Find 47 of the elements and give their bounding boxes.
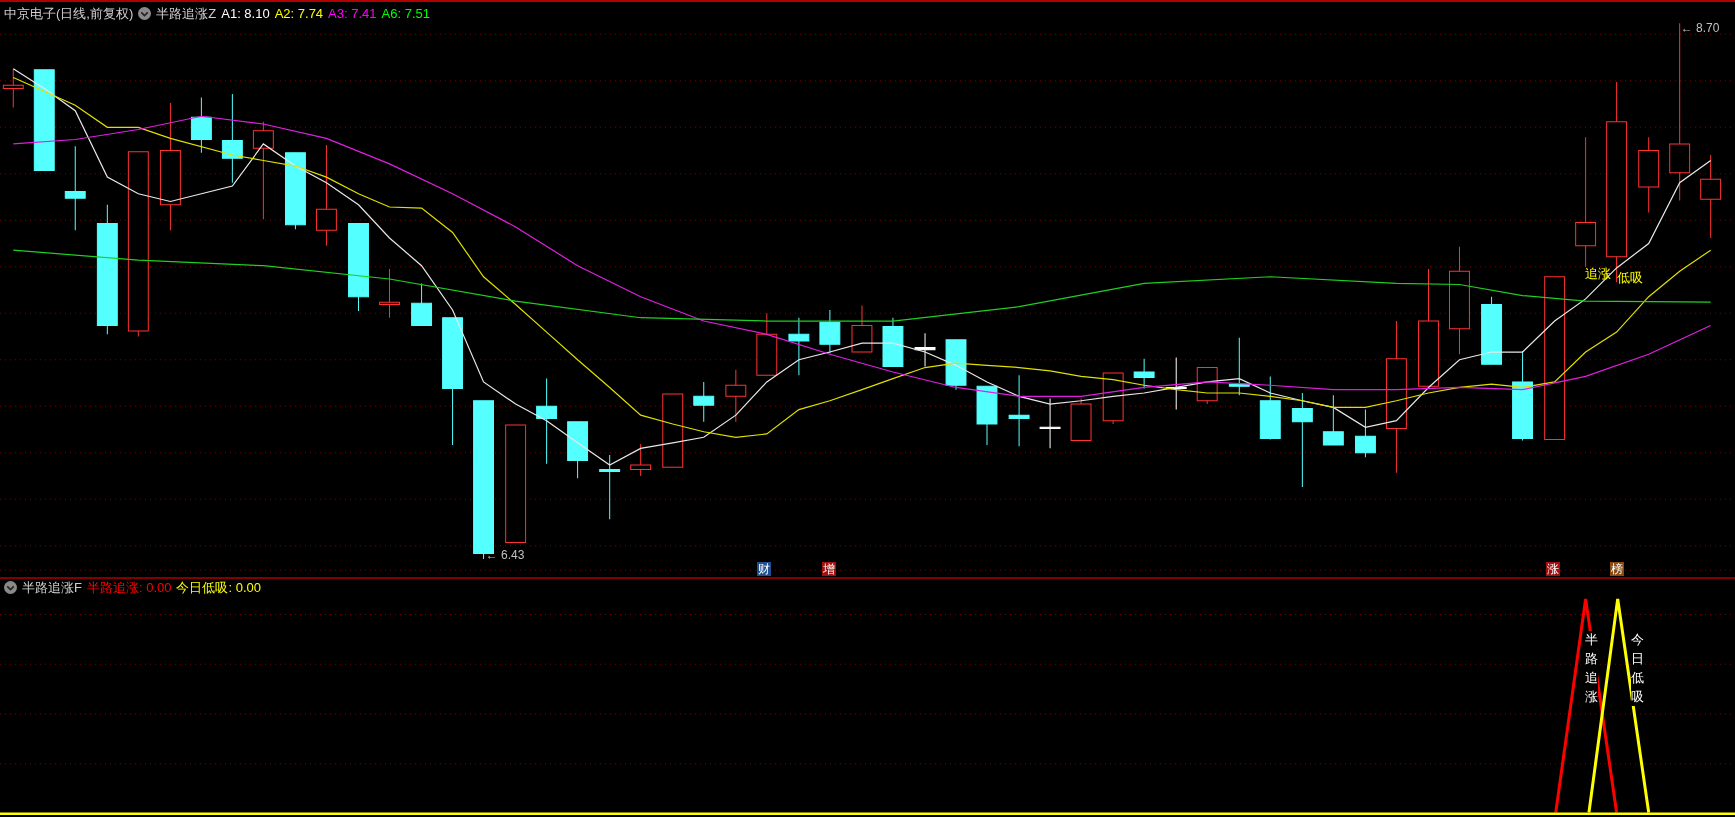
candlestick	[630, 443, 652, 477]
candlestick	[1165, 357, 1187, 411]
vertical-label: 今日低吸	[1631, 631, 1644, 707]
collapse-icon[interactable]	[138, 7, 152, 20]
candlestick	[1354, 409, 1376, 458]
candlestick	[567, 421, 589, 479]
signal-label: 追涨	[1584, 266, 1611, 280]
candlestick	[851, 305, 873, 353]
indicator-value: A3: 7.41	[328, 7, 377, 20]
candlestick	[1481, 296, 1503, 365]
candlestick	[411, 282, 433, 326]
candlestick	[190, 96, 212, 154]
event-badge[interactable]: 增	[822, 562, 837, 577]
collapse-icon[interactable]	[4, 581, 17, 594]
indicator-value: A6: 7.51	[381, 7, 430, 20]
candlestick	[976, 385, 998, 446]
indicator-name: 半路追涨F	[22, 581, 82, 594]
event-badge[interactable]: 榜	[1609, 562, 1624, 577]
candlestick	[882, 317, 904, 367]
price-label: ← 6.43	[485, 549, 525, 562]
candlestick	[1196, 367, 1218, 405]
candlestick	[1259, 375, 1281, 440]
candlestick	[756, 312, 778, 376]
candlestick	[1102, 372, 1124, 425]
indicator-value: 半路追涨: 0.00	[86, 581, 172, 594]
candlestick	[725, 369, 747, 423]
candlestick	[599, 454, 621, 520]
candlestick	[1228, 337, 1250, 396]
signal-label: 低吸	[1616, 271, 1643, 285]
candlestick	[819, 309, 841, 354]
candlestick	[788, 317, 810, 376]
indicator-value: A1: 8.10	[221, 7, 270, 20]
candlestick	[914, 332, 936, 367]
event-badge[interactable]: 涨	[1545, 562, 1560, 577]
indicator-value: A2: 7.74	[274, 7, 324, 20]
indicator-name: 半路追涨Z	[156, 7, 217, 20]
price-label: ← 8.70	[1680, 22, 1720, 35]
security-title: 中京电子(日线,前复权)	[4, 7, 134, 20]
candlestick	[945, 339, 967, 391]
event-badge[interactable]: 财	[756, 562, 771, 577]
candlestick	[1039, 398, 1061, 449]
candlestick	[693, 381, 715, 423]
candlestick	[1133, 358, 1155, 390]
candlestick	[379, 268, 400, 319]
indicator-value: 今日低吸: 0.00	[176, 581, 261, 594]
candlestick	[1070, 398, 1092, 442]
candlestick	[1322, 394, 1344, 446]
